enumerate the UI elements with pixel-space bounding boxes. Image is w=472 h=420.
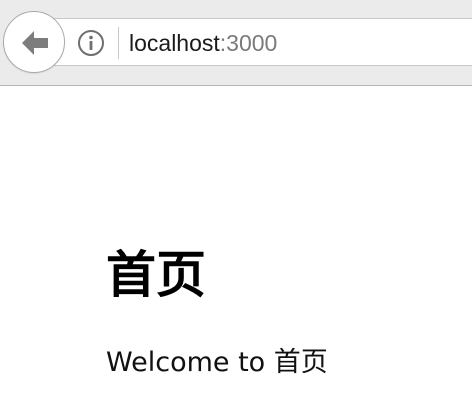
welcome-text: Welcome to 首页 [106, 347, 328, 378]
arrow-left-icon [22, 31, 48, 55]
url-host: localhost [129, 30, 220, 56]
url-port: :3000 [219, 30, 278, 56]
browser-toolbar: localhost:3000 [0, 0, 472, 86]
back-button[interactable] [3, 11, 65, 73]
page-title: 首页 [106, 246, 206, 304]
site-info-icon[interactable] [77, 29, 105, 57]
url-divider [118, 27, 119, 59]
url-text[interactable]: localhost:3000 [129, 28, 277, 58]
